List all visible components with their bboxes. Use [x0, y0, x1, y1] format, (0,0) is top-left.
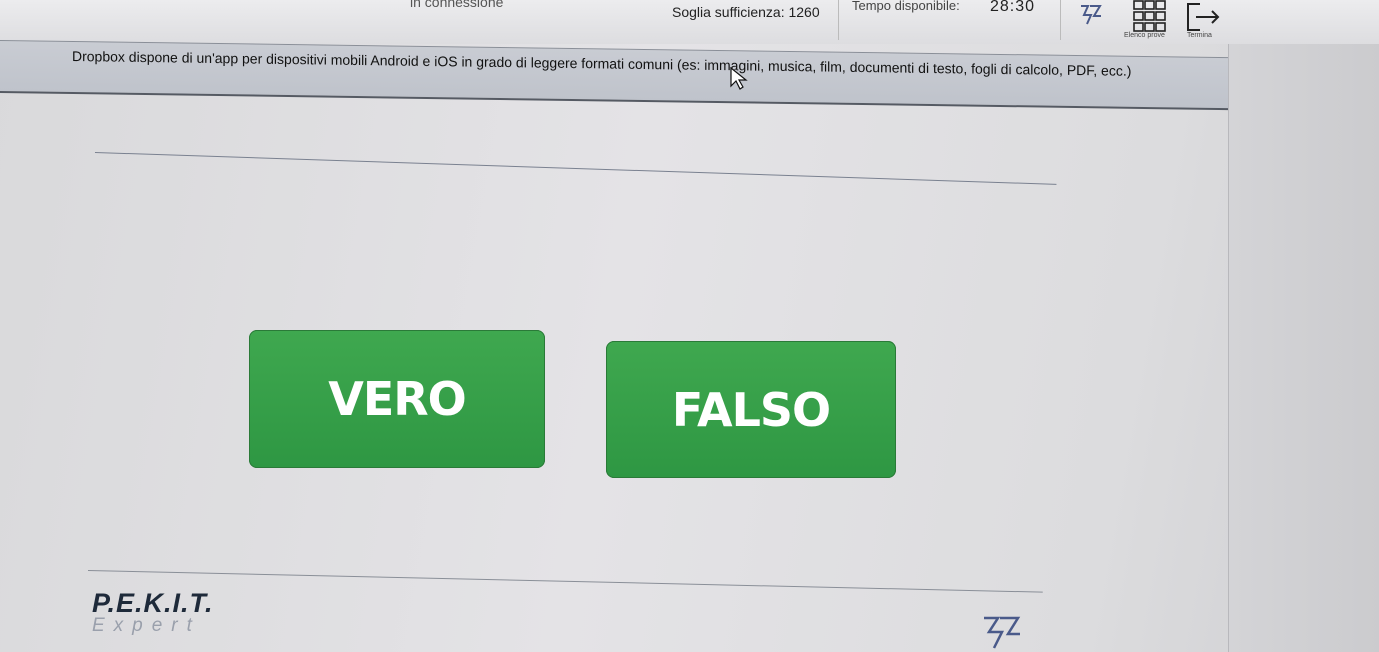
right-side-panel — [1228, 44, 1379, 652]
pekit-mark-icon — [984, 616, 1021, 649]
brand-logo: P.E.K.I.T. Expert — [92, 588, 214, 637]
footer-divider — [87, 570, 1043, 593]
exit-icon[interactable] — [1186, 2, 1222, 32]
test-list-label[interactable]: Elenco prove — [1124, 32, 1165, 39]
question-text: Dropbox dispone di un'app per dispositiv… — [72, 48, 1132, 79]
topbar-divider — [1060, 0, 1061, 40]
true-answer-button[interactable]: VERO — [249, 330, 545, 468]
top-bar: in connessione Soglia sufficienza: 1260 … — [0, 0, 1379, 44]
topbar-divider — [838, 0, 839, 40]
test-list-grid-icon[interactable] — [1133, 0, 1167, 32]
finish-label[interactable]: Termina — [1187, 32, 1212, 39]
question-bar: Dropbox dispone di un'app per dispositiv… — [0, 40, 1228, 111]
mouse-pointer-icon — [730, 67, 748, 90]
time-available-label: Tempo disponibile: — [852, 0, 960, 13]
question-divider — [94, 152, 1057, 185]
time-available-value: 28:30 — [990, 0, 1036, 15]
pekit-logo-icon — [1081, 5, 1102, 25]
connection-status: in connessione — [410, 0, 504, 10]
false-answer-button[interactable]: FALSO — [606, 341, 896, 478]
brand-subtitle: Expert — [92, 615, 201, 636]
threshold-score: Soglia sufficienza: 1260 — [672, 4, 820, 20]
